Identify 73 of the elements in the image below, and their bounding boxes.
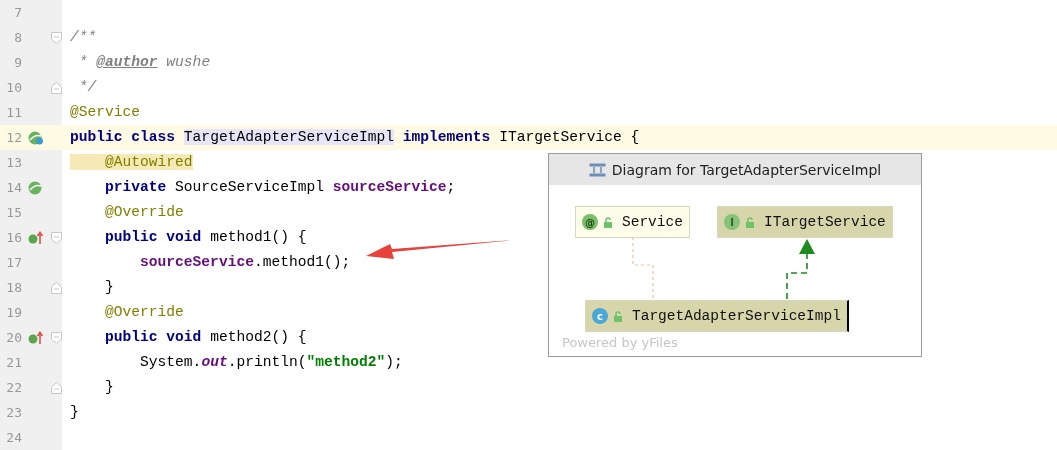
class-name: TargetAdapterServiceImpl	[183, 129, 395, 145]
code-comment: */	[77, 79, 97, 95]
diagram-node[interactable]: c TargetAdapterServiceImpl	[585, 300, 849, 332]
fold-icon[interactable]	[50, 81, 62, 94]
dependency-line	[632, 236, 654, 300]
line-number: 13	[5, 155, 22, 170]
implements-arrow	[786, 239, 815, 300]
line-number: 12	[5, 130, 22, 145]
line-number: 16	[5, 230, 22, 245]
diagram-node[interactable]: @ Service	[575, 206, 690, 238]
code-annotation: @Override	[104, 304, 184, 320]
implements-icon[interactable]	[28, 230, 44, 245]
line-number: 10	[5, 80, 22, 95]
code-text: );	[385, 354, 403, 370]
string-literal: "method2"	[306, 354, 386, 370]
fold-icon[interactable]	[50, 331, 62, 344]
static-field: out	[201, 354, 228, 370]
code-keyword: public void	[104, 329, 203, 345]
code-annotation: @Autowired	[70, 154, 193, 170]
code-text: method1() {	[210, 229, 307, 245]
line-number: 7	[13, 5, 22, 20]
line-number: 22	[5, 380, 22, 395]
type-badge-icon: I	[724, 214, 740, 230]
line-number: 9	[13, 55, 22, 70]
lock-icon	[603, 216, 613, 228]
line-number: 20	[5, 330, 22, 345]
diagram-icon	[588, 162, 606, 177]
lock-icon	[613, 310, 623, 322]
code-keyword: private	[104, 179, 168, 195]
code-text: ITargetService {	[499, 129, 640, 145]
code-keyword: public void	[104, 229, 203, 245]
type-badge-icon: @	[582, 214, 598, 230]
code-text: System.	[139, 354, 202, 370]
fold-icon[interactable]	[50, 281, 62, 294]
implements-icon[interactable]	[28, 330, 44, 345]
type-badge-icon: c	[592, 308, 608, 324]
line-number: 15	[5, 205, 22, 220]
code-text: SourceServiceImpl	[175, 179, 325, 195]
line-number: 14	[5, 180, 22, 195]
code-text: method2() {	[210, 329, 307, 345]
bean-icon[interactable]	[28, 129, 44, 146]
code-text: }	[104, 279, 114, 295]
line-number: 19	[5, 305, 22, 320]
line-number: 17	[5, 255, 22, 270]
line-number: 24	[5, 430, 22, 445]
bean-icon[interactable]	[28, 179, 44, 196]
code-comment: wushe	[165, 54, 211, 70]
line-number: 21	[5, 355, 22, 370]
popup-title: Diagram for TargetAdapterServiceImpl	[611, 161, 882, 178]
fold-icon[interactable]	[50, 381, 62, 394]
line-number: 18	[5, 280, 22, 295]
code-text: }	[104, 379, 114, 395]
code-keyword: implements	[401, 129, 492, 145]
line-number: 23	[5, 405, 22, 420]
field-name: sourceService	[332, 179, 447, 195]
code-text: .method1();	[253, 254, 351, 270]
code-text: .println(	[227, 354, 307, 370]
lock-icon	[745, 216, 755, 228]
code-text: ;	[446, 179, 456, 195]
line-number: 11	[5, 105, 22, 120]
fold-icon[interactable]	[50, 31, 62, 44]
code-comment: /**	[70, 29, 97, 45]
code-comment: *	[77, 54, 89, 70]
doc-tag: @author	[96, 54, 158, 70]
code-keyword: public class	[70, 129, 177, 145]
code-annotation: @Service	[70, 104, 141, 120]
fold-icon[interactable]	[50, 231, 62, 244]
code-text: }	[70, 404, 79, 420]
code-annotation: @Override	[104, 204, 184, 220]
diagram-node[interactable]: I ITargetService	[717, 206, 893, 238]
powered-by-text: Powered by yFiles	[562, 335, 678, 350]
field-name: sourceService	[139, 254, 254, 270]
line-number: 8	[13, 30, 22, 45]
